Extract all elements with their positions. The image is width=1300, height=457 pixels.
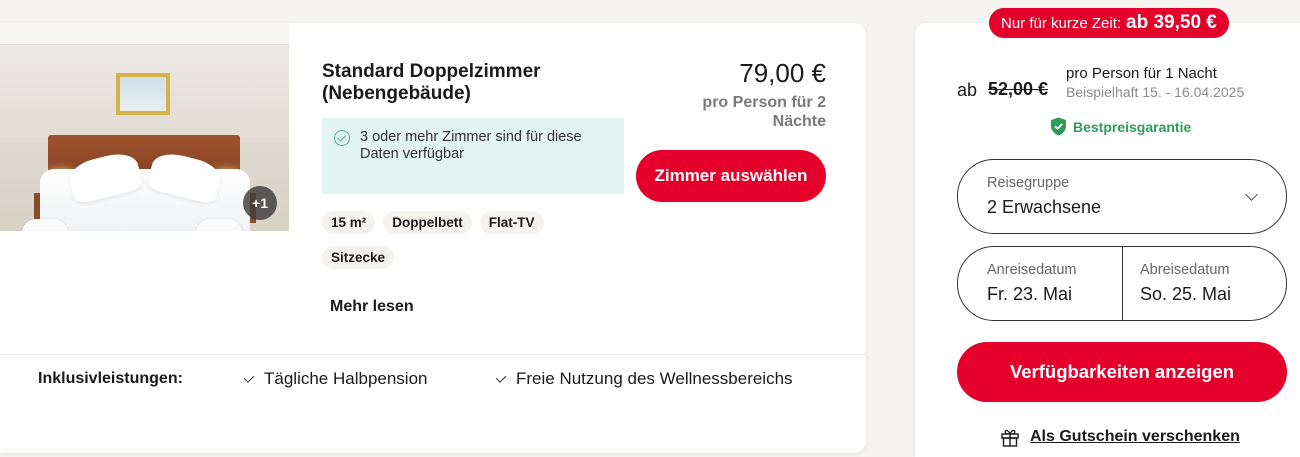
photo-towel-right: [196, 219, 242, 231]
check-circle-icon: [334, 130, 350, 146]
gift-voucher-link[interactable]: Als Gutschein verschenken: [1000, 427, 1240, 447]
card-divider: [0, 354, 866, 355]
photo-ceiling: [0, 23, 289, 45]
room-price-sub: pro Person für 2 Nächte: [702, 94, 826, 130]
inclusive-item-text: Tägliche Halbpension: [264, 369, 428, 388]
select-room-button[interactable]: Zimmer auswählen: [636, 150, 826, 202]
departure-date-field[interactable]: Abreisedatum So. 25. Mai: [1123, 247, 1286, 320]
photo-towel-left: [22, 219, 68, 231]
travel-group-value: 2 Erwachsene: [987, 197, 1102, 217]
room-features: 15 m² Doppelbett Flat-TV Sitzecke: [322, 211, 552, 269]
room-price: 79,00 €: [739, 58, 826, 88]
availability-note-text: 3 oder mehr Zimmer sind für diese Daten …: [360, 129, 582, 162]
example-date: Beispielhaft 15. - 16.04.2025: [1066, 84, 1245, 100]
check-icon: [495, 371, 507, 383]
feature-tag: Sitzecke: [322, 246, 395, 269]
inclusive-item: Freie Nutzung des Wellnessbereichs: [495, 369, 793, 389]
promo-price: ab 39,50 €: [1126, 12, 1217, 33]
departure-date-label: Abreisedatum: [1140, 262, 1230, 278]
inclusive-item: Tägliche Halbpension: [243, 369, 428, 389]
travel-group-select[interactable]: Reisegruppe 2 Erwachsene: [957, 159, 1287, 234]
departure-date-value: So. 25. Mai: [1140, 284, 1232, 304]
from-label: ab: [957, 80, 978, 100]
feature-tag: Doppelbett: [383, 211, 472, 234]
promo-text: Nur für kurze Zeit:: [1001, 14, 1122, 32]
best-price-label: Bestpreisgarantie: [1073, 118, 1192, 135]
arrival-date-value: Fr. 23. Mai: [987, 284, 1073, 304]
show-availability-button[interactable]: Verfügbarkeiten anzeigen: [957, 342, 1287, 402]
gift-voucher-label: Als Gutschein verschenken: [1030, 428, 1240, 445]
photo-painting: [116, 73, 170, 115]
inclusive-label: Inklusivleistungen:: [38, 370, 183, 387]
promo-badge: Nur für kurze Zeit: ab 39,50 €: [989, 8, 1229, 38]
room-photo[interactable]: +1: [0, 23, 289, 231]
room-title: Standard Doppelzimmer (Nebengebäude): [322, 61, 541, 104]
best-price-guarantee[interactable]: Bestpreisgarantie: [1050, 117, 1191, 136]
inclusive-item-text: Freie Nutzung des Wellnessbereichs: [516, 369, 793, 388]
shield-check-icon: [1051, 117, 1066, 136]
travel-group-label: Reisegruppe: [987, 175, 1070, 191]
per-person-text: pro Person für 1 Nacht: [1066, 65, 1217, 82]
date-fields: Anreisedatum Fr. 23. Mai Abreisedatum So…: [957, 246, 1287, 321]
arrival-date-label: Anreisedatum: [987, 262, 1077, 278]
availability-note: 3 oder mehr Zimmer sind für diese Daten …: [322, 118, 624, 194]
gift-icon: [1001, 429, 1019, 447]
feature-tag: 15 m²: [322, 211, 376, 234]
read-more-link[interactable]: Mehr lesen: [330, 298, 414, 316]
chevron-down-icon: [1245, 188, 1258, 201]
arrival-date-field[interactable]: Anreisedatum Fr. 23. Mai: [958, 247, 1122, 320]
feature-tag: Flat-TV: [479, 211, 544, 234]
more-images-badge[interactable]: +1: [243, 186, 277, 220]
check-icon: [243, 371, 255, 383]
old-price: 52,00 €: [988, 79, 1049, 99]
